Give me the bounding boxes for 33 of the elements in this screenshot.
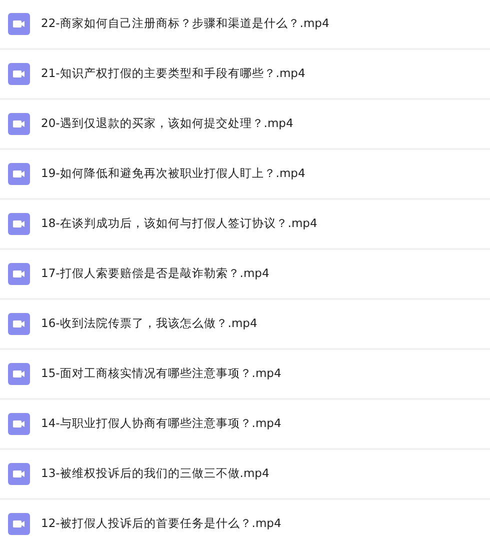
file-row[interactable]: 21-知识产权打假的主要类型和手段有哪些？.mp4 [0, 50, 490, 100]
video-file-icon [8, 513, 30, 535]
file-name: 21-知识产权打假的主要类型和手段有哪些？.mp4 [41, 65, 306, 82]
video-file-icon [8, 113, 30, 135]
video-file-icon [8, 63, 30, 85]
video-file-icon [8, 363, 30, 385]
file-name: 16-收到法院传票了，我该怎么做？.mp4 [41, 315, 258, 332]
file-row[interactable]: 15-面对工商核实情况有哪些注意事项？.mp4 [0, 350, 490, 400]
video-file-icon [8, 163, 30, 185]
file-name: 18-在谈判成功后，该如何与打假人签订协议？.mp4 [41, 215, 318, 232]
video-file-icon [8, 213, 30, 235]
video-file-icon [8, 313, 30, 335]
file-row[interactable]: 20-遇到仅退款的买家，该如何提交处理？.mp4 [0, 100, 490, 150]
file-row[interactable]: 12-被打假人投诉后的首要任务是什么？.mp4 [0, 500, 490, 547]
file-name: 14-与职业打假人协商有哪些注意事项？.mp4 [41, 415, 282, 432]
file-name: 17-打假人索要赔偿是否是敲诈勒索？.mp4 [41, 265, 270, 282]
file-name: 22-商家如何自己注册商标？步骤和渠道是什么？.mp4 [41, 15, 330, 32]
video-file-icon [8, 463, 30, 485]
file-row[interactable]: 22-商家如何自己注册商标？步骤和渠道是什么？.mp4 [0, 0, 490, 50]
file-name: 13-被维权投诉后的我们的三做三不做.mp4 [41, 465, 270, 482]
file-row[interactable]: 17-打假人索要赔偿是否是敲诈勒索？.mp4 [0, 250, 490, 300]
video-file-icon [8, 13, 30, 35]
video-file-icon [8, 263, 30, 285]
video-file-icon [8, 413, 30, 435]
file-row[interactable]: 14-与职业打假人协商有哪些注意事项？.mp4 [0, 400, 490, 450]
file-name: 20-遇到仅退款的买家，该如何提交处理？.mp4 [41, 115, 294, 132]
file-name: 12-被打假人投诉后的首要任务是什么？.mp4 [41, 515, 282, 532]
file-row[interactable]: 19-如何降低和避免再次被职业打假人盯上？.mp4 [0, 150, 490, 200]
file-row[interactable]: 18-在谈判成功后，该如何与打假人签订协议？.mp4 [0, 200, 490, 250]
file-name: 15-面对工商核实情况有哪些注意事项？.mp4 [41, 365, 282, 382]
file-row[interactable]: 13-被维权投诉后的我们的三做三不做.mp4 [0, 450, 490, 500]
file-row[interactable]: 16-收到法院传票了，我该怎么做？.mp4 [0, 300, 490, 350]
file-name: 19-如何降低和避免再次被职业打假人盯上？.mp4 [41, 165, 306, 182]
